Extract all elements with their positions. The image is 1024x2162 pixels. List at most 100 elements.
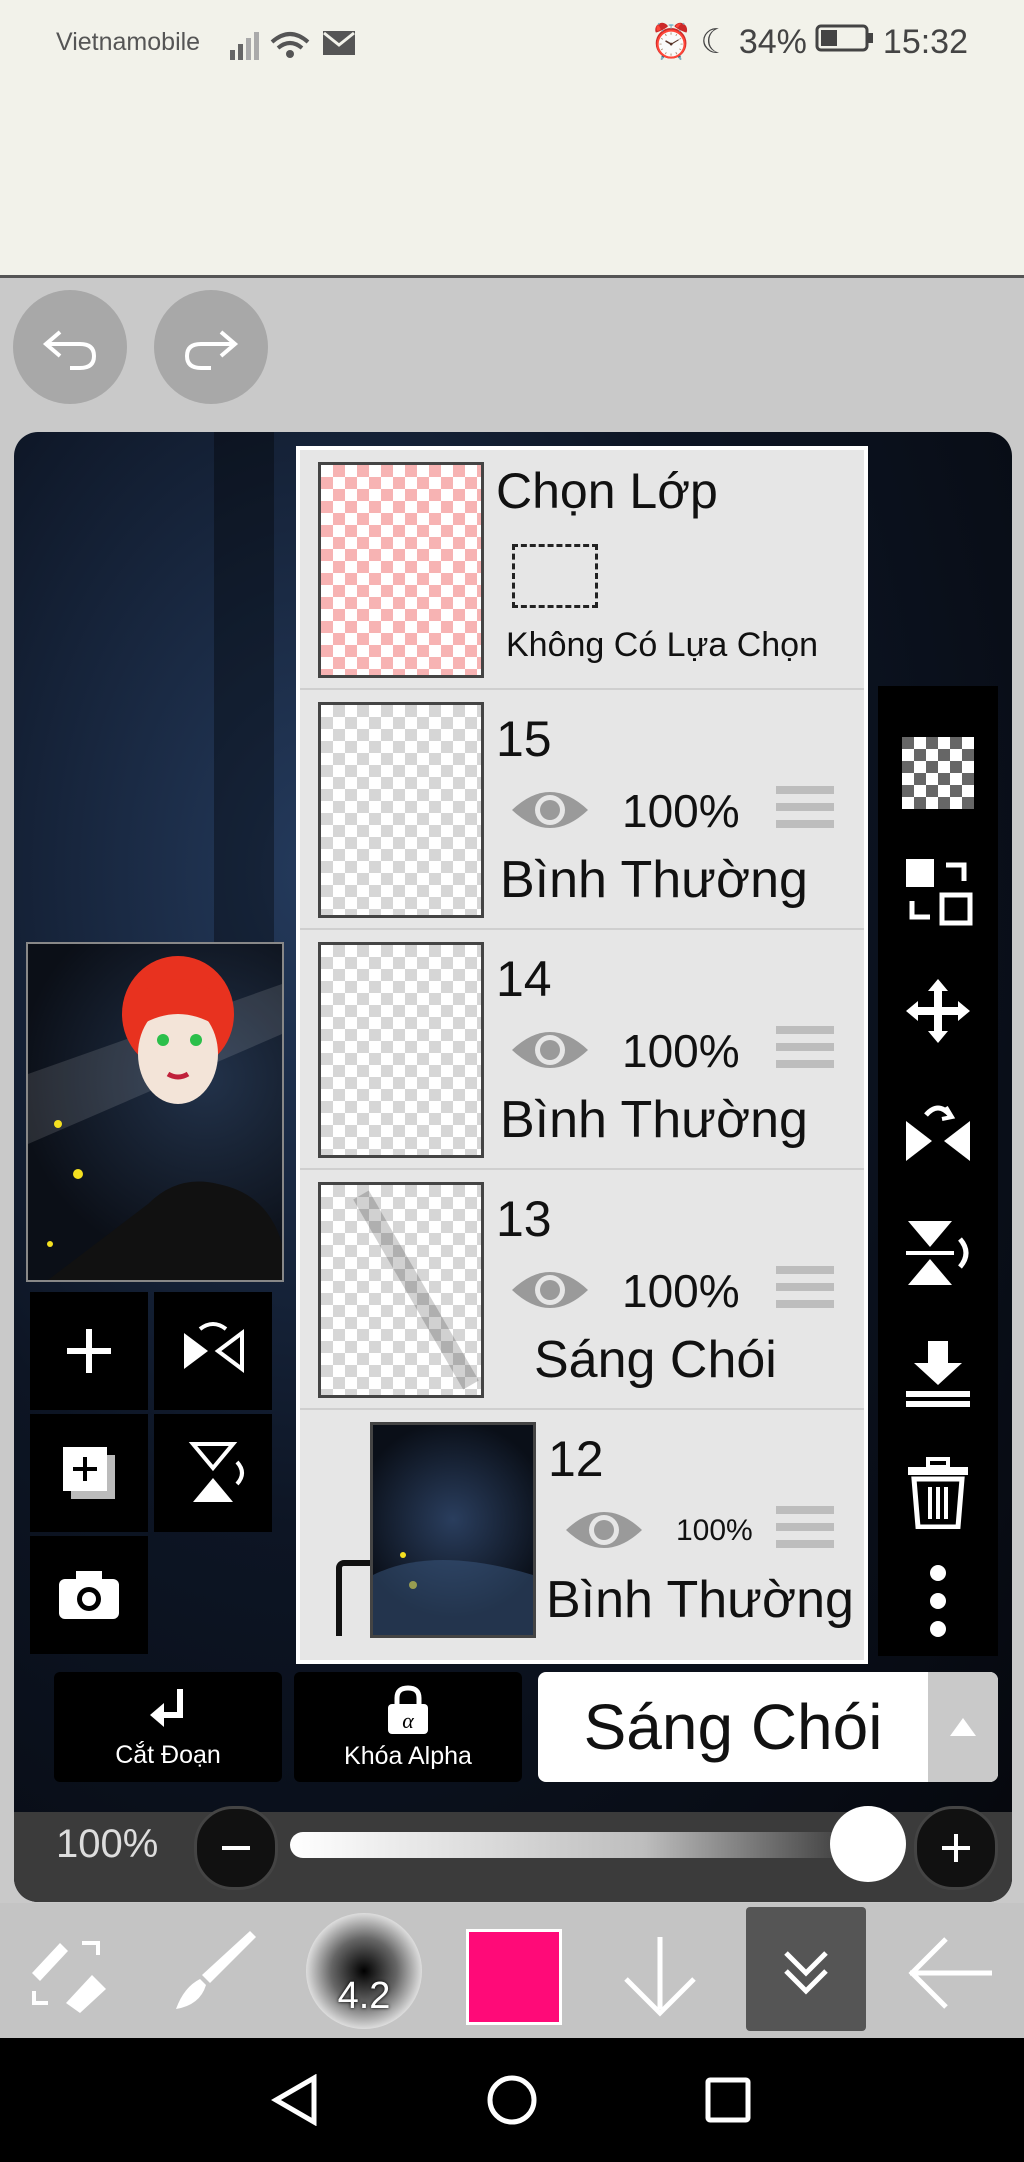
flip-vertical-icon bbox=[906, 1221, 969, 1285]
alpha-lock-button[interactable]: α Khóa Alpha bbox=[294, 1672, 522, 1782]
nav-back-button[interactable] bbox=[270, 2073, 320, 2131]
brush-size-button[interactable]: 4.2 bbox=[306, 1913, 422, 2029]
drag-handle-icon[interactable] bbox=[776, 1506, 834, 1556]
opacity-row: 100% bbox=[14, 1800, 1012, 1890]
battery-icon bbox=[815, 23, 875, 62]
nav-home-button[interactable] bbox=[486, 2074, 538, 2131]
redo-icon bbox=[184, 330, 239, 370]
camera-button[interactable] bbox=[30, 1536, 148, 1654]
arrow-left-icon bbox=[908, 1937, 992, 2009]
svg-text:α: α bbox=[402, 1708, 414, 1733]
move-button[interactable] bbox=[878, 956, 998, 1066]
merge-down-button[interactable] bbox=[878, 1318, 998, 1428]
clipping-button[interactable]: Cắt Đoạn bbox=[54, 1672, 282, 1782]
brush-tool-button[interactable] bbox=[170, 1925, 260, 2020]
layer-name: 14 bbox=[496, 951, 552, 1007]
opacity-slider-track[interactable] bbox=[290, 1832, 880, 1858]
tool-switch-button[interactable] bbox=[26, 1933, 112, 2018]
visibility-eye-icon[interactable] bbox=[508, 1020, 592, 1080]
layer-thumbnail bbox=[318, 702, 484, 918]
plus-icon bbox=[942, 1834, 970, 1862]
mirror-button[interactable] bbox=[878, 1078, 998, 1188]
layer-blend-mode: Sáng Chói bbox=[534, 1331, 777, 1389]
status-right: ⏰ ☾ 34% 15:32 bbox=[650, 22, 968, 62]
recents-icon bbox=[705, 2077, 751, 2123]
flip-horizontal-icon bbox=[184, 1322, 244, 1373]
layer-row-14[interactable]: 14 100% Bình Thường bbox=[300, 930, 864, 1171]
blend-mode-select[interactable]: Sáng Chói bbox=[538, 1672, 998, 1782]
layer-panel: Chọn Lớp Không Có Lựa Chọn 15 100% Bình … bbox=[296, 446, 868, 1664]
clipping-label: Cắt Đoạn bbox=[115, 1740, 221, 1769]
redo-button[interactable] bbox=[154, 290, 268, 404]
checker-icon bbox=[902, 737, 974, 809]
layers-panel-toggle[interactable] bbox=[746, 1907, 866, 2031]
flip-vertical-icon bbox=[188, 1442, 244, 1502]
layer-row-15[interactable]: 15 100% Bình Thường bbox=[300, 690, 864, 931]
copy-layer-icon bbox=[63, 1447, 115, 1499]
layer-row-12[interactable]: 12 100% Bình Thường bbox=[300, 1410, 864, 1648]
selection-layer-thumbnail bbox=[318, 462, 484, 678]
layer-opacity: 100% bbox=[622, 1025, 740, 1077]
status-bar: Vietnamobile ⏰ ☾ 34% 15:32 bbox=[0, 0, 1024, 278]
flip-vertical-layer-button[interactable] bbox=[878, 1198, 998, 1308]
alarm-icon: ⏰ bbox=[650, 23, 693, 61]
camera-icon bbox=[59, 1571, 119, 1619]
opacity-slider-thumb[interactable] bbox=[830, 1806, 906, 1882]
opacity-increase-button[interactable] bbox=[914, 1806, 998, 1890]
layer-thumbnail bbox=[318, 942, 484, 1158]
selection-layer-row[interactable]: Chọn Lớp Không Có Lựa Chọn bbox=[300, 450, 864, 691]
bottom-toolbar: 4.2 bbox=[0, 1903, 1024, 2038]
add-layer-button[interactable] bbox=[30, 1292, 148, 1410]
layer-opacity: 100% bbox=[622, 785, 740, 837]
drag-handle-icon[interactable] bbox=[776, 786, 834, 836]
drag-handle-icon[interactable] bbox=[776, 1026, 834, 1076]
minus-icon bbox=[222, 1846, 250, 1850]
visibility-eye-icon[interactable] bbox=[562, 1500, 646, 1560]
visibility-eye-icon[interactable] bbox=[508, 780, 592, 840]
system-nav-bar bbox=[0, 2038, 1024, 2162]
layer-name: 15 bbox=[496, 711, 552, 767]
layer-row-13[interactable]: 13 100% Sáng Chói bbox=[300, 1170, 864, 1411]
lock-icon: α bbox=[388, 1684, 428, 1734]
selection-layer-title: Chọn Lớp bbox=[496, 463, 718, 519]
opacity-label: 100% bbox=[56, 1822, 159, 1866]
drag-handle-icon[interactable] bbox=[776, 1266, 834, 1316]
back-arrow-button[interactable] bbox=[906, 1933, 996, 2018]
mirror-icon bbox=[906, 1105, 970, 1161]
layer-thumbnail bbox=[370, 1422, 536, 1638]
layer-name: 12 bbox=[548, 1431, 604, 1487]
nav-recents-button[interactable] bbox=[704, 2076, 752, 2129]
home-icon bbox=[487, 2075, 537, 2125]
layer-thumbnail bbox=[318, 1182, 484, 1398]
delete-layer-button[interactable] bbox=[878, 1438, 998, 1548]
undo-button[interactable] bbox=[13, 290, 127, 404]
transform-icon bbox=[906, 859, 973, 926]
merge-down-icon bbox=[906, 1341, 970, 1407]
moon-icon: ☾ bbox=[700, 23, 731, 61]
layer-down-button[interactable] bbox=[620, 1933, 700, 2022]
new-transparent-layer-button[interactable] bbox=[878, 718, 998, 828]
battery-percent: 34% bbox=[738, 22, 807, 61]
double-chevron-down-icon bbox=[784, 1951, 828, 1995]
move-icon bbox=[906, 979, 970, 1043]
alpha-lock-label: Khóa Alpha bbox=[344, 1741, 472, 1770]
dropdown-arrow-icon bbox=[928, 1672, 998, 1782]
undo-icon bbox=[42, 330, 97, 370]
trash-icon bbox=[908, 1457, 968, 1529]
clock: 15:32 bbox=[882, 22, 968, 61]
pen-eraser-icon bbox=[32, 1941, 106, 2013]
visibility-eye-icon[interactable] bbox=[508, 1260, 592, 1320]
flip-vertical-button[interactable] bbox=[154, 1414, 272, 1532]
layer-opacity: 100% bbox=[676, 1514, 753, 1547]
layer-opacity: 100% bbox=[622, 1265, 740, 1317]
canvas-thumbnail[interactable] bbox=[26, 942, 284, 1282]
flip-horizontal-button[interactable] bbox=[154, 1292, 272, 1410]
more-options-button[interactable] bbox=[878, 1546, 998, 1656]
opacity-decrease-button[interactable] bbox=[194, 1806, 278, 1890]
layer-name: 13 bbox=[496, 1191, 552, 1247]
right-tools bbox=[878, 686, 998, 1656]
transform-button[interactable] bbox=[878, 836, 998, 946]
copy-layer-button[interactable] bbox=[30, 1414, 148, 1532]
color-swatch[interactable] bbox=[466, 1929, 562, 2025]
back-icon bbox=[271, 2073, 317, 2127]
